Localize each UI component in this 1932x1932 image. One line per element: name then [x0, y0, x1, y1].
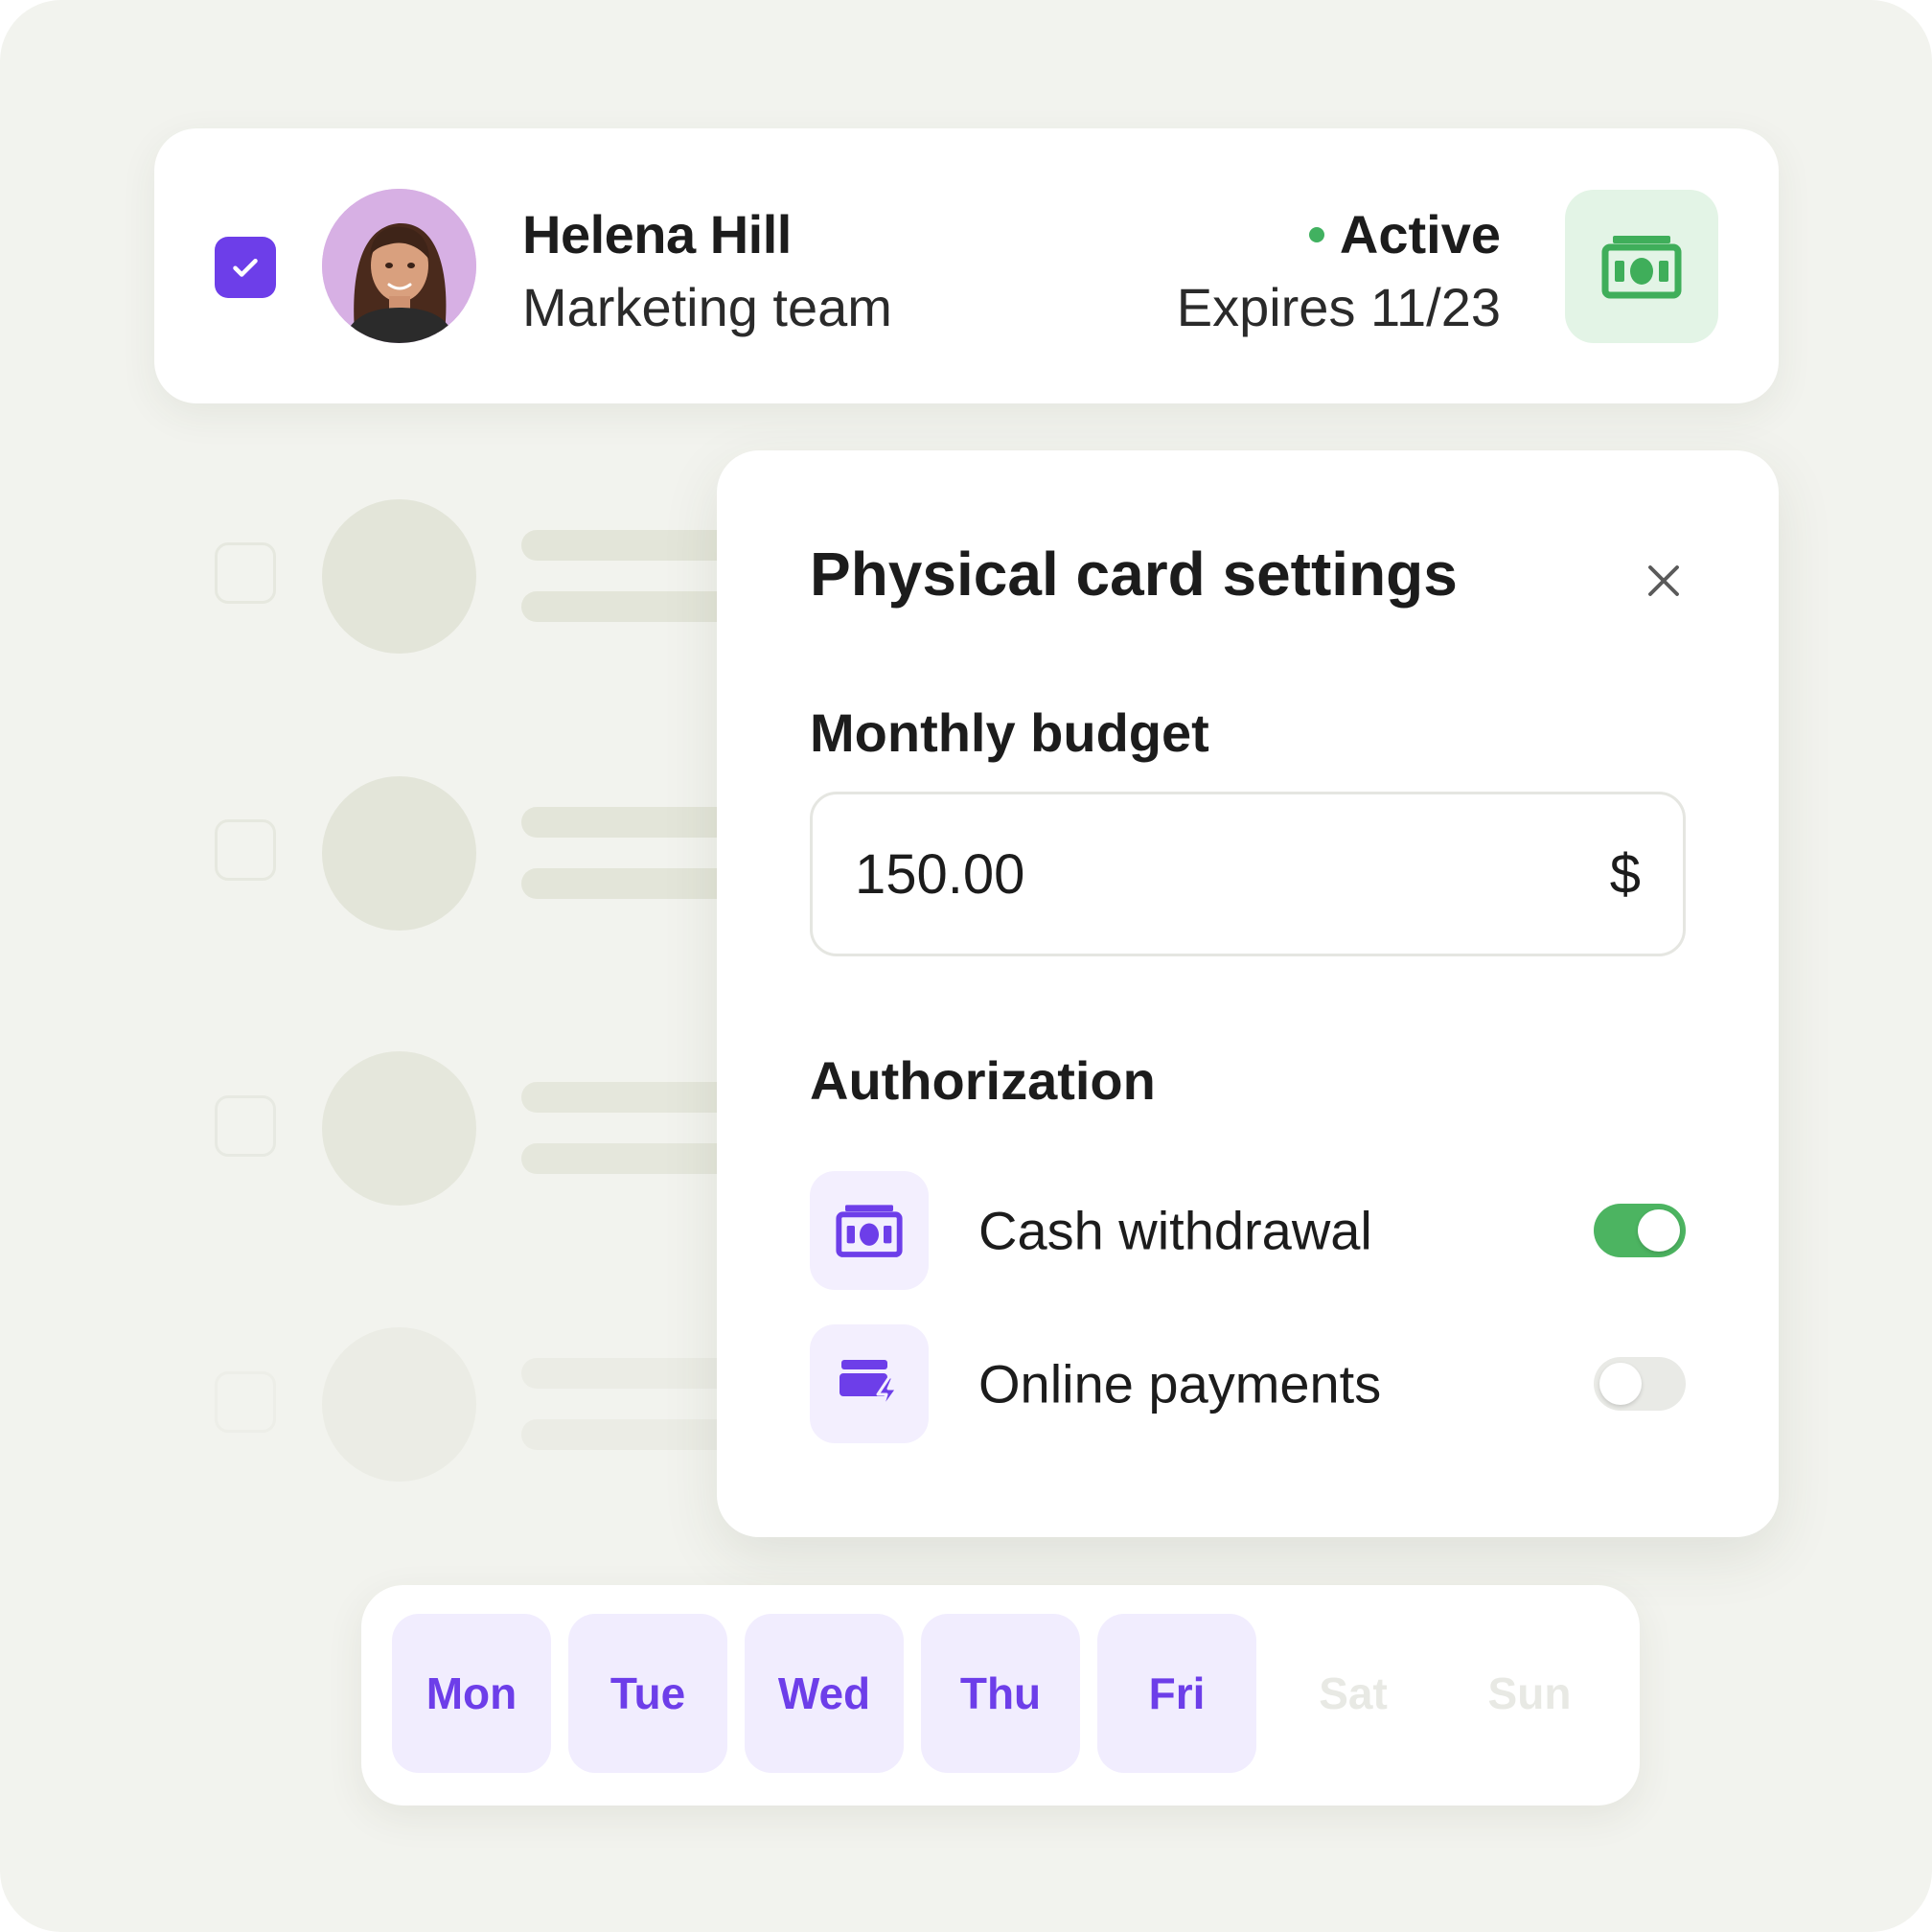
cash-icon-tile: [810, 1171, 929, 1290]
card-settings-panel: Physical card settings Monthly budget $ …: [717, 450, 1779, 1537]
check-icon: [233, 259, 258, 277]
day-fri[interactable]: Fri: [1097, 1614, 1256, 1773]
cash-icon: [1601, 236, 1682, 299]
skeleton-avatar: [322, 776, 476, 931]
auth-option-label: Cash withdrawal: [978, 1200, 1372, 1261]
close-icon: [1648, 565, 1679, 596]
day-sun[interactable]: Sun: [1450, 1614, 1609, 1773]
user-name: Helena Hill: [522, 204, 792, 264]
auth-option-label: Online payments: [978, 1353, 1382, 1414]
currency-symbol: $: [1609, 842, 1641, 906]
skeleton-checkbox: [215, 1371, 276, 1433]
card-lightning-icon: [840, 1360, 899, 1412]
budget-input[interactable]: [855, 794, 1526, 954]
cash-icon: [836, 1205, 903, 1257]
cash-withdrawal-toggle[interactable]: [1594, 1204, 1686, 1257]
auth-option-cash-withdrawal: Cash withdrawal: [810, 1171, 1686, 1290]
close-button[interactable]: [1637, 554, 1690, 608]
panel-title: Physical card settings: [810, 540, 1458, 609]
budget-label: Monthly budget: [810, 702, 1209, 763]
status-badge: Active: [1308, 203, 1501, 265]
skeleton-checkbox: [215, 819, 276, 881]
user-card[interactable]: Helena Hill Marketing team Active Expire…: [154, 128, 1779, 403]
authorization-label: Authorization: [810, 1050, 1156, 1111]
toggle-knob: [1599, 1363, 1642, 1405]
background-canvas: Helena Hill Marketing team Active Expire…: [0, 0, 1932, 1932]
row-checkbox[interactable]: [215, 237, 276, 298]
toggle-knob: [1638, 1209, 1680, 1252]
expiry-date: Expires 11/23: [1176, 277, 1501, 337]
avatar: [322, 189, 476, 343]
day-mon[interactable]: Mon: [392, 1614, 551, 1773]
status-text: Active: [1339, 204, 1501, 264]
skeleton-checkbox: [215, 542, 276, 604]
avatar-photo: [322, 189, 476, 343]
day-thu[interactable]: Thu: [921, 1614, 1080, 1773]
skeleton-avatar: [322, 1051, 476, 1206]
day-wed[interactable]: Wed: [745, 1614, 904, 1773]
day-sat[interactable]: Sat: [1274, 1614, 1433, 1773]
skeleton-checkbox: [215, 1095, 276, 1157]
card-type-button[interactable]: [1565, 190, 1718, 343]
skeleton-avatar: [322, 499, 476, 654]
online-payments-toggle[interactable]: [1594, 1357, 1686, 1411]
skeleton-avatar: [322, 1327, 476, 1482]
user-team: Marketing team: [522, 277, 892, 337]
day-tue[interactable]: Tue: [568, 1614, 727, 1773]
status-dot-icon: [1308, 226, 1324, 242]
day-selector: Mon Tue Wed Thu Fri Sat Sun: [361, 1585, 1640, 1806]
auth-option-online-payments: Online payments: [810, 1324, 1686, 1443]
card-icon-tile: [810, 1324, 929, 1443]
budget-field[interactable]: $: [810, 792, 1686, 956]
